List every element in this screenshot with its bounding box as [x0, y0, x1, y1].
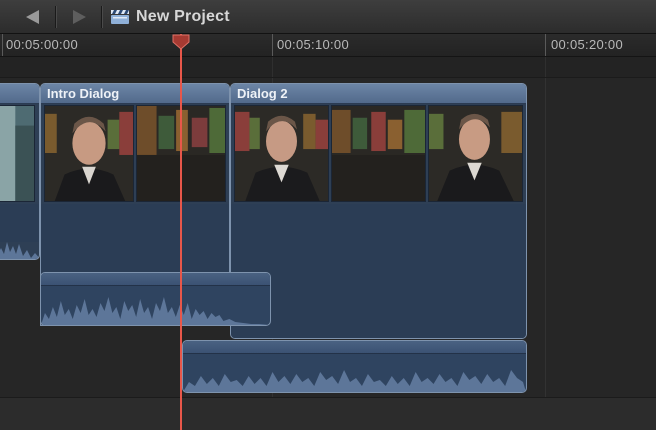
- audio-clip-header: [41, 273, 270, 286]
- video-frame: [234, 105, 329, 202]
- clip-header: Intro Dialog: [41, 84, 229, 104]
- timeline-bottom-band: [0, 397, 656, 430]
- video-frame: [428, 105, 523, 202]
- ruler-timecode: 00:05:00:00: [6, 37, 78, 52]
- back-arrow-icon: [26, 10, 39, 24]
- timeline-toolbar: New Project: [0, 0, 656, 34]
- clip-dialog-2[interactable]: Dialog 2: [230, 83, 527, 339]
- clip-name: Intro Dialog: [47, 86, 120, 101]
- audio-waveform: [183, 370, 526, 392]
- track-divider: [0, 77, 656, 78]
- timeline-window: New Project 00:05:00:00 00:05:10:00 00:0…: [0, 0, 656, 430]
- clapperboard-icon: [111, 10, 129, 24]
- timeline-ruler[interactable]: 00:05:00:00 00:05:10:00 00:05:20:00: [0, 34, 656, 57]
- timeline-area[interactable]: Intro Dialog Dialog 2: [0, 57, 656, 430]
- back-button[interactable]: [18, 6, 48, 28]
- clip-left-partial[interactable]: [0, 83, 40, 260]
- filmstrip: [44, 105, 226, 202]
- project-title: New Project: [136, 8, 230, 25]
- clip-body: [231, 204, 526, 338]
- filmstrip: [0, 105, 35, 202]
- ruler-tick: [2, 34, 3, 56]
- filmstrip: [234, 105, 523, 202]
- video-frame: [0, 105, 35, 202]
- playhead-line[interactable]: [180, 34, 182, 430]
- clip-header: Dialog 2: [231, 84, 526, 104]
- ruler-tick: [545, 34, 546, 56]
- ruler-tick: [272, 34, 273, 56]
- clip-name: Dialog 2: [237, 86, 288, 101]
- track-strip: [0, 57, 656, 77]
- forward-button[interactable]: [64, 6, 94, 28]
- toolbar-divider: [55, 6, 56, 28]
- playhead-handle-icon[interactable]: [172, 34, 190, 50]
- gridline: [545, 57, 546, 430]
- audio-clip-dialog-2[interactable]: [182, 340, 527, 393]
- video-frame: [44, 105, 134, 202]
- clip-header: [0, 84, 39, 104]
- audio-clip-intro[interactable]: [40, 272, 271, 326]
- audio-waveform: [41, 297, 270, 325]
- forward-arrow-icon: [73, 10, 86, 24]
- toolbar-divider: [101, 6, 102, 28]
- ruler-timecode: 00:05:10:00: [277, 37, 349, 52]
- audio-waveform: [0, 242, 39, 259]
- video-frame: [331, 105, 426, 202]
- ruler-timecode: 00:05:20:00: [551, 37, 623, 52]
- audio-clip-header: [183, 341, 526, 354]
